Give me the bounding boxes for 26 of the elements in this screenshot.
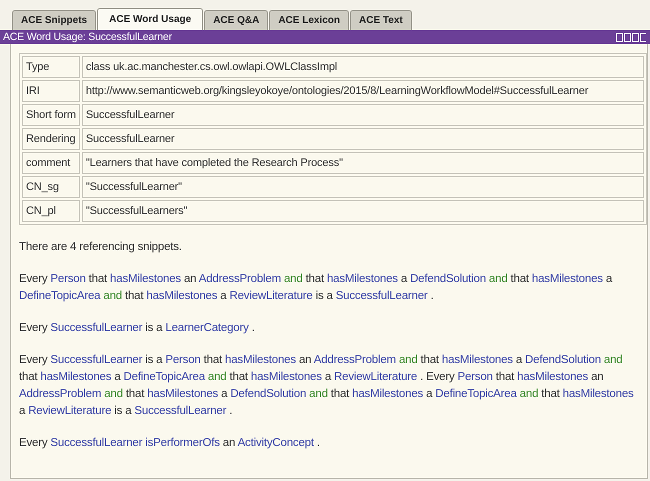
- property-name: IRI: [22, 80, 80, 102]
- view-title: ACE Word Usage: SuccessfulLearner: [3, 31, 172, 43]
- property-name: CN_sg: [22, 176, 80, 198]
- property-name: Type: [22, 56, 80, 78]
- summary-text: There are 4 referencing snippets.: [19, 240, 183, 255]
- property-value: class uk.ac.manchester.cs.owl.owlapi.OWLClassImpl: [82, 56, 644, 78]
- property-value: "SuccessfulLearners": [82, 200, 644, 222]
- view-controls-icon[interactable]: [616, 32, 646, 42]
- snippet-text: Every SuccessfulLearner is a LearnerCategory .: [19, 321, 256, 336]
- property-value: "Learners that have completed the Research Process": [82, 152, 644, 174]
- property-name: Rendering: [22, 128, 80, 150]
- property-name: Short form: [22, 104, 80, 126]
- tab[interactable]: ACE Word Usage: [97, 8, 204, 30]
- snippet-text: Every Person that hasMilestones an AddressProblem and that hasMilestones a DefendSolution and that hasMilestones a DefineTopicArea and that hasMilestones a ReviewLiterature is a SuccessfulLearner .: [19, 272, 614, 304]
- snippet-text: Every SuccessfulLearner isPerformerOfs an ActivityConcept .: [19, 436, 321, 451]
- tab[interactable]: ACE Q&A: [204, 10, 268, 30]
- property-value: http://www.semanticweb.org/kingsleyokoye/ontologies/2015/8/LearningWorkflowModel#SuccessfulLearner: [82, 80, 644, 102]
- tab[interactable]: ACE Lexicon: [269, 10, 349, 30]
- property-value: "SuccessfulLearner": [82, 176, 644, 198]
- property-name: comment: [22, 152, 80, 174]
- property-value: SuccessfulLearner: [82, 104, 644, 126]
- tab[interactable]: ACE Snippets: [12, 10, 96, 30]
- property-value: SuccessfulLearner: [82, 128, 644, 150]
- snippet-text: Every SuccessfulLearner is a Person that hasMilestones an AddressProblem and that hasMilestones a DefendSolution and that hasMilestones a DefineTopicArea and that hasMilestones a ReviewLiterature . Every Person that hasMilestones an AddressProblem and that hasMilestones a DefendSolution and that hasMilestones a DefineTopicArea and that hasMilestones a ReviewLiterature is a SuccessfulLearner .: [19, 353, 635, 419]
- property-name: CN_pl: [22, 200, 80, 222]
- tab[interactable]: ACE Text: [350, 10, 412, 30]
